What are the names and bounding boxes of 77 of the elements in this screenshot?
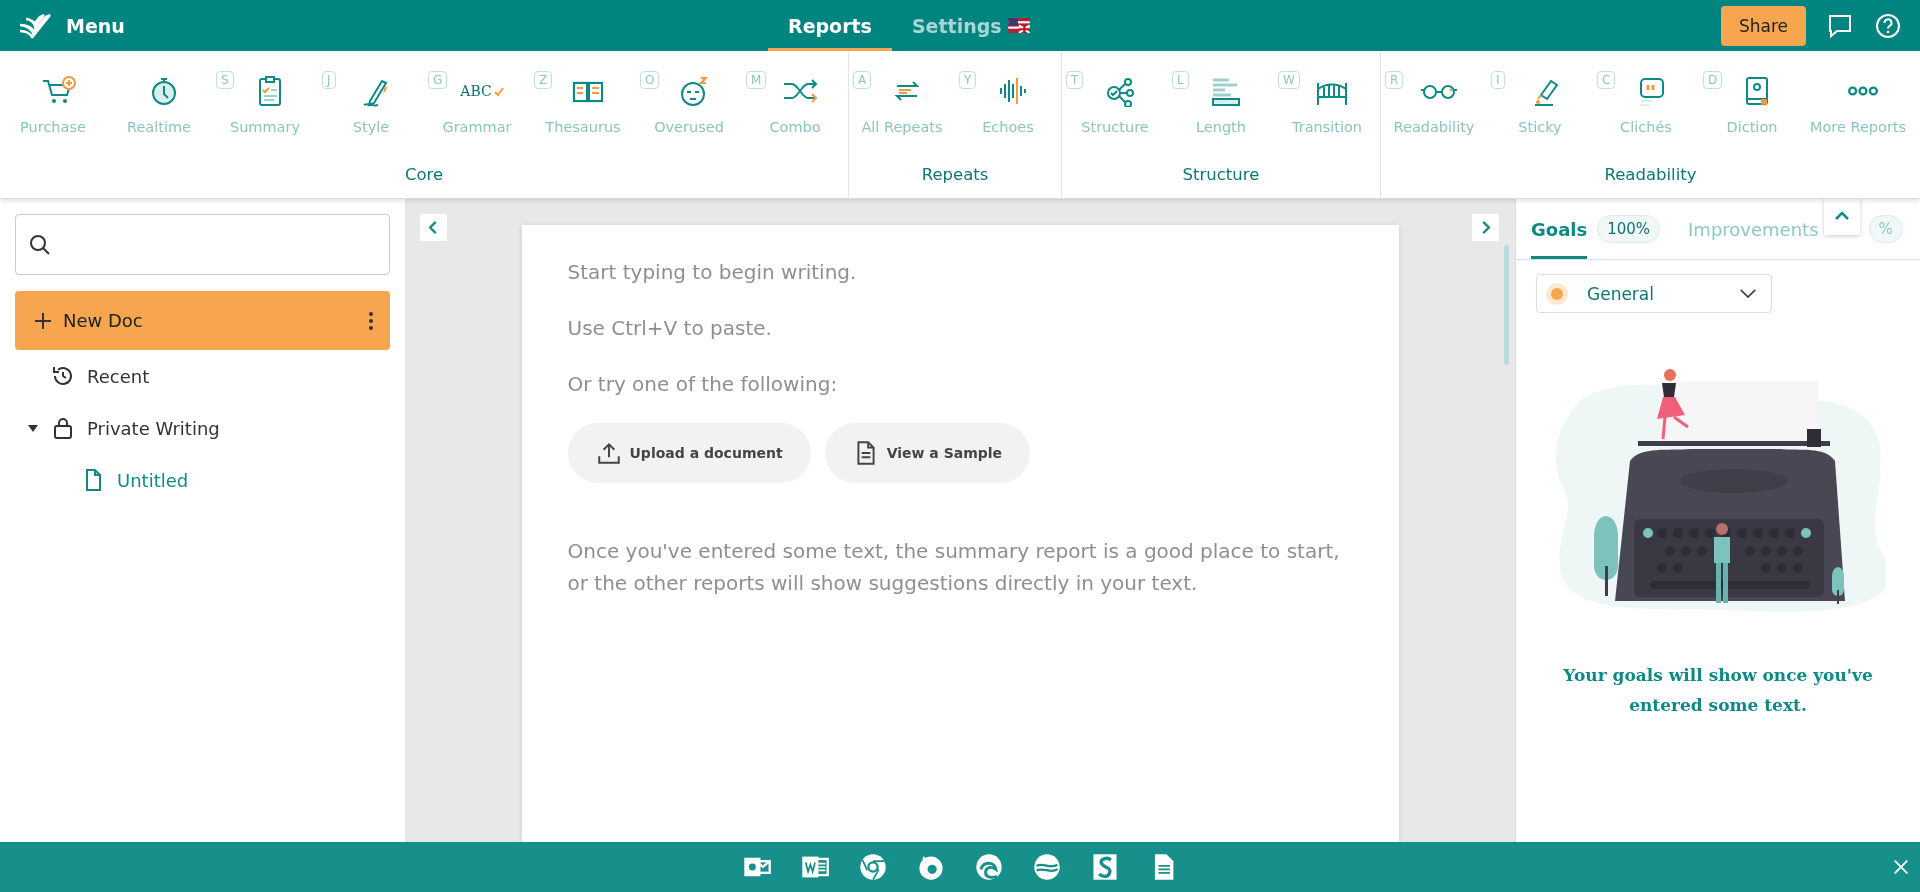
score-badge: % bbox=[1868, 215, 1903, 243]
shortcut-key: W bbox=[1278, 71, 1300, 89]
curve-square-icon[interactable] bbox=[1090, 852, 1120, 882]
shortcut-key: S bbox=[216, 71, 234, 89]
report-button[interactable]: G ABC Grammar bbox=[424, 69, 530, 149]
group-title: Repeats bbox=[920, 165, 990, 184]
report-button[interactable]: D Diction bbox=[1699, 69, 1805, 149]
shortcut-key: R bbox=[1385, 71, 1404, 89]
report-button[interactable]: Y Echoes bbox=[955, 69, 1061, 149]
tree-item[interactable]: Recent bbox=[87, 365, 150, 387]
new-doc-label[interactable]: New Doc bbox=[63, 310, 143, 331]
report-button[interactable]: M Combo bbox=[742, 69, 848, 149]
group-title: Readability bbox=[1603, 165, 1698, 184]
collapse-left-icon[interactable] bbox=[420, 214, 447, 241]
expand-caret-icon[interactable] bbox=[27, 422, 39, 434]
report-button[interactable]: L Length bbox=[1168, 69, 1274, 149]
tree-item[interactable]: Untitled bbox=[117, 469, 189, 491]
shortcut-key: G bbox=[428, 71, 448, 89]
group-title: Core bbox=[403, 165, 445, 184]
report-button[interactable]: Realtime bbox=[106, 69, 212, 149]
goal-dropdown[interactable]: General bbox=[1536, 274, 1772, 313]
menu-button[interactable]: Menu bbox=[66, 14, 125, 37]
report-button[interactable]: W Transition bbox=[1274, 69, 1380, 149]
tree-item[interactable]: Private Writing bbox=[87, 417, 220, 439]
shortcut-key: Z bbox=[534, 71, 553, 89]
upload-icon bbox=[595, 440, 622, 466]
close-icon[interactable] bbox=[1892, 858, 1910, 876]
hint-text: Once you've entered some text, the summary report is a good place to start, or the other reports will show suggestions directly in your text. bbox=[567, 538, 1341, 597]
search-field[interactable] bbox=[15, 214, 390, 275]
report-button[interactable]: Z Thesaurus bbox=[530, 69, 636, 149]
lock-icon bbox=[51, 416, 75, 440]
prompt-text: Start typing to begin writing. bbox=[567, 259, 858, 286]
nav-tab[interactable]: Settings bbox=[891, 0, 1050, 51]
shortcut-key: L bbox=[1172, 71, 1189, 89]
report-button[interactable]: I Sticky bbox=[1487, 69, 1593, 149]
prompt-text: Or try one of the following: bbox=[567, 371, 839, 398]
more-icon bbox=[1848, 86, 1878, 96]
upload-button[interactable]: Upload a document bbox=[567, 423, 811, 483]
group-title: Structure bbox=[1181, 165, 1261, 184]
wave-circle-icon[interactable] bbox=[974, 852, 1004, 882]
report-button[interactable]: R Readability bbox=[1381, 69, 1487, 149]
goals-message: Your goals will show once you've entered some text. bbox=[1562, 664, 1874, 717]
report-button[interactable]: More Reports bbox=[1805, 69, 1911, 149]
collapse-right-icon[interactable] bbox=[1472, 214, 1499, 241]
more-vertical-icon[interactable] bbox=[368, 310, 374, 331]
shortcut-key: I bbox=[1491, 71, 1505, 89]
score-badge: 100% bbox=[1597, 215, 1661, 243]
report-button[interactable]: A All Repeats bbox=[849, 69, 955, 149]
ring-icon[interactable] bbox=[858, 852, 888, 882]
flag-icon bbox=[1007, 18, 1030, 33]
abc-label: ABC bbox=[460, 83, 492, 99]
plus-icon bbox=[33, 310, 53, 331]
panel-tab[interactable]: Goals bbox=[1531, 199, 1588, 259]
prompt-text: Use Ctrl+V to paste. bbox=[567, 315, 773, 342]
help-icon[interactable] bbox=[1874, 11, 1902, 40]
shortcut-key: M bbox=[746, 71, 767, 89]
report-button[interactable]: O Overused bbox=[636, 69, 742, 149]
shortcut-key: C bbox=[1597, 71, 1616, 89]
panel-tab[interactable]: Improvements bbox=[1688, 199, 1819, 259]
shortcut-key: J bbox=[322, 71, 336, 89]
swoosh-circle-icon[interactable] bbox=[1032, 852, 1062, 882]
shortcut-key: D bbox=[1703, 71, 1723, 89]
share-button[interactable]: Share bbox=[1720, 5, 1806, 46]
report-button[interactable]: T Structure bbox=[1062, 69, 1168, 149]
chevron-down-icon bbox=[1739, 288, 1757, 299]
report-button[interactable]: Purchase bbox=[0, 69, 106, 149]
history-icon bbox=[51, 364, 75, 388]
report-button[interactable]: C Clichés bbox=[1593, 69, 1699, 149]
report-button[interactable]: S Summary bbox=[212, 69, 318, 149]
sample-button[interactable]: View a Sample bbox=[824, 423, 1031, 483]
report-button[interactable]: J Style bbox=[318, 69, 424, 149]
new-doc-button[interactable]: New Doc bbox=[15, 291, 390, 350]
shortcut-key: T bbox=[1066, 71, 1084, 89]
search-icon bbox=[28, 232, 52, 257]
shortcut-key: A bbox=[853, 71, 872, 89]
shortcut-key: O bbox=[640, 71, 660, 89]
shortcut-key: Y bbox=[959, 71, 977, 89]
